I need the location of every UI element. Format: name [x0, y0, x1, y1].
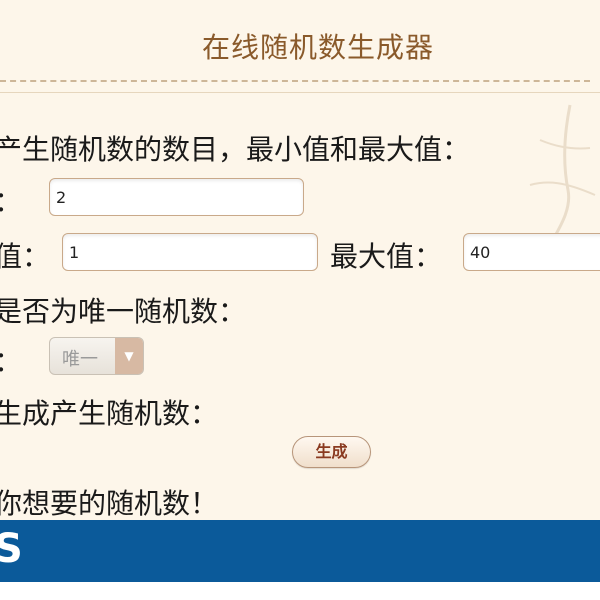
- unique-prefix: ：: [0, 340, 22, 380]
- footer-text: S: [0, 526, 23, 572]
- max-label: 最大值：: [330, 240, 443, 273]
- title-divider: [0, 80, 590, 82]
- footer-bar: S: [0, 520, 600, 582]
- min-label: 值：: [0, 240, 51, 273]
- section-divider: [0, 92, 600, 93]
- page-title: 在线随机数生成器: [202, 31, 435, 64]
- generator-card: 在线随机数生成器 产生随机数的数目，最小值和最大值： ： 2 值： 1 最大值：…: [0, 0, 600, 520]
- unique-select[interactable]: 唯一 ▼: [49, 337, 144, 375]
- generate-prompt: 生成产生随机数：: [0, 397, 219, 430]
- count-input[interactable]: 2: [49, 178, 304, 216]
- count-label: ：: [0, 180, 22, 220]
- result-text: 你想要的随机数！: [0, 487, 219, 520]
- min-input[interactable]: 1: [62, 233, 318, 271]
- unique-select-value: 唯一: [62, 349, 98, 370]
- generate-button[interactable]: 生成: [292, 436, 371, 468]
- unique-label: 是否为唯一随机数：: [0, 295, 247, 328]
- title-bar: 在线随机数生成器: [0, 0, 600, 93]
- chevron-down-icon[interactable]: ▼: [115, 338, 143, 374]
- intro-text: 产生随机数的数目，最小值和最大值：: [0, 133, 471, 166]
- max-input[interactable]: 40: [463, 233, 600, 271]
- page: 在线随机数生成器 产生随机数的数目，最小值和最大值： ： 2 值： 1 最大值：…: [0, 0, 600, 600]
- decorative-brush-icon: [529, 104, 596, 246]
